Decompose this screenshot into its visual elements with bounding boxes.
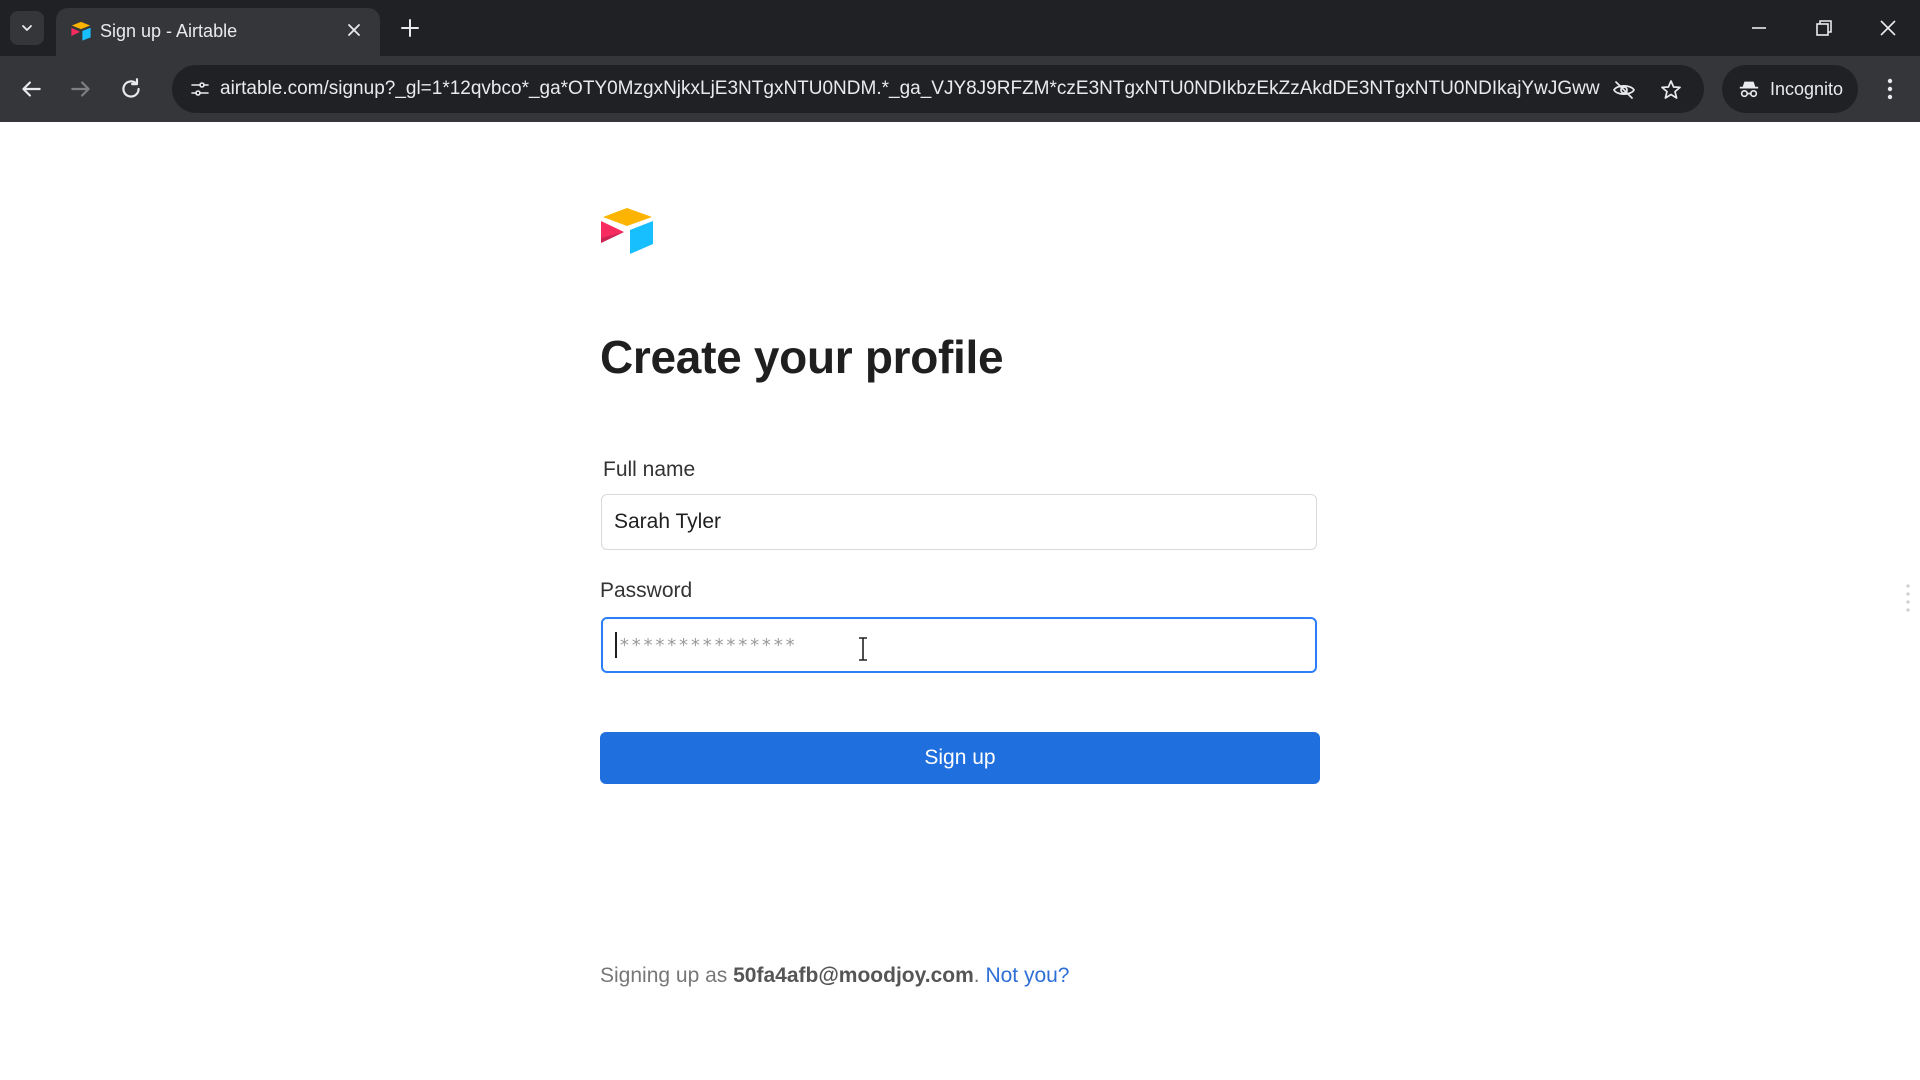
password-input[interactable]: *************** — [601, 617, 1317, 673]
page-title: Create your profile — [600, 331, 1004, 383]
plus-icon[interactable] — [398, 16, 422, 40]
arrow-right-icon[interactable] — [68, 76, 94, 102]
full-name-value: Sarah Tyler — [614, 510, 721, 533]
star-icon[interactable] — [1659, 78, 1683, 102]
full-name-input[interactable]: Sarah Tyler — [601, 494, 1317, 550]
browser-tab-bar: Sign up - Airtable — [0, 0, 1920, 56]
url-text[interactable]: airtable.com/signup?_gl=1*12qvbco*_ga*OT… — [220, 78, 1600, 102]
tab-title: Sign up - Airtable — [100, 21, 238, 41]
incognito-label: Incognito — [1770, 78, 1844, 99]
browser-tab[interactable]: Sign up - Airtable — [56, 8, 380, 56]
signup-email: 50fa4afb@moodjoy.com — [733, 964, 974, 987]
incognito-icon — [1739, 81, 1759, 98]
arrow-left-icon[interactable] — [18, 76, 44, 102]
restore-icon[interactable] — [1812, 16, 1836, 40]
signing-up-separator: . — [973, 964, 980, 987]
not-you-link[interactable]: Not you? — [985, 964, 1069, 987]
password-label: Password — [600, 579, 693, 602]
password-masked-value: *************** — [619, 634, 797, 656]
close-icon[interactable] — [344, 20, 364, 40]
signing-up-prefix: Signing up as — [600, 964, 728, 987]
text-caret — [615, 632, 617, 658]
incognito-profile-button[interactable]: Incognito — [1722, 65, 1858, 113]
drag-handle-icon[interactable] — [1904, 582, 1912, 616]
tune-icon[interactable] — [190, 79, 210, 99]
text-cursor-icon — [859, 637, 867, 661]
window-close-icon[interactable] — [1876, 16, 1900, 40]
kebab-menu-icon[interactable] — [1878, 76, 1902, 102]
reload-icon[interactable] — [118, 76, 144, 102]
tab-search-button[interactable] — [10, 11, 44, 45]
browser-toolbar: airtable.com/signup?_gl=1*12qvbco*_ga*OT… — [0, 56, 1920, 122]
eye-off-icon[interactable] — [1612, 78, 1636, 102]
airtable-logo-icon — [71, 21, 91, 41]
signing-up-as-text: Signing up as 50fa4afb@moodjoy.com. Not … — [600, 964, 1070, 988]
address-bar[interactable]: airtable.com/signup?_gl=1*12qvbco*_ga*OT… — [172, 65, 1704, 113]
full-name-label: Full name — [603, 458, 696, 481]
chevron-down-icon — [22, 25, 32, 31]
airtable-logo — [601, 208, 653, 254]
sign-up-button[interactable]: Sign up — [600, 732, 1320, 784]
minimize-icon[interactable] — [1747, 16, 1771, 40]
